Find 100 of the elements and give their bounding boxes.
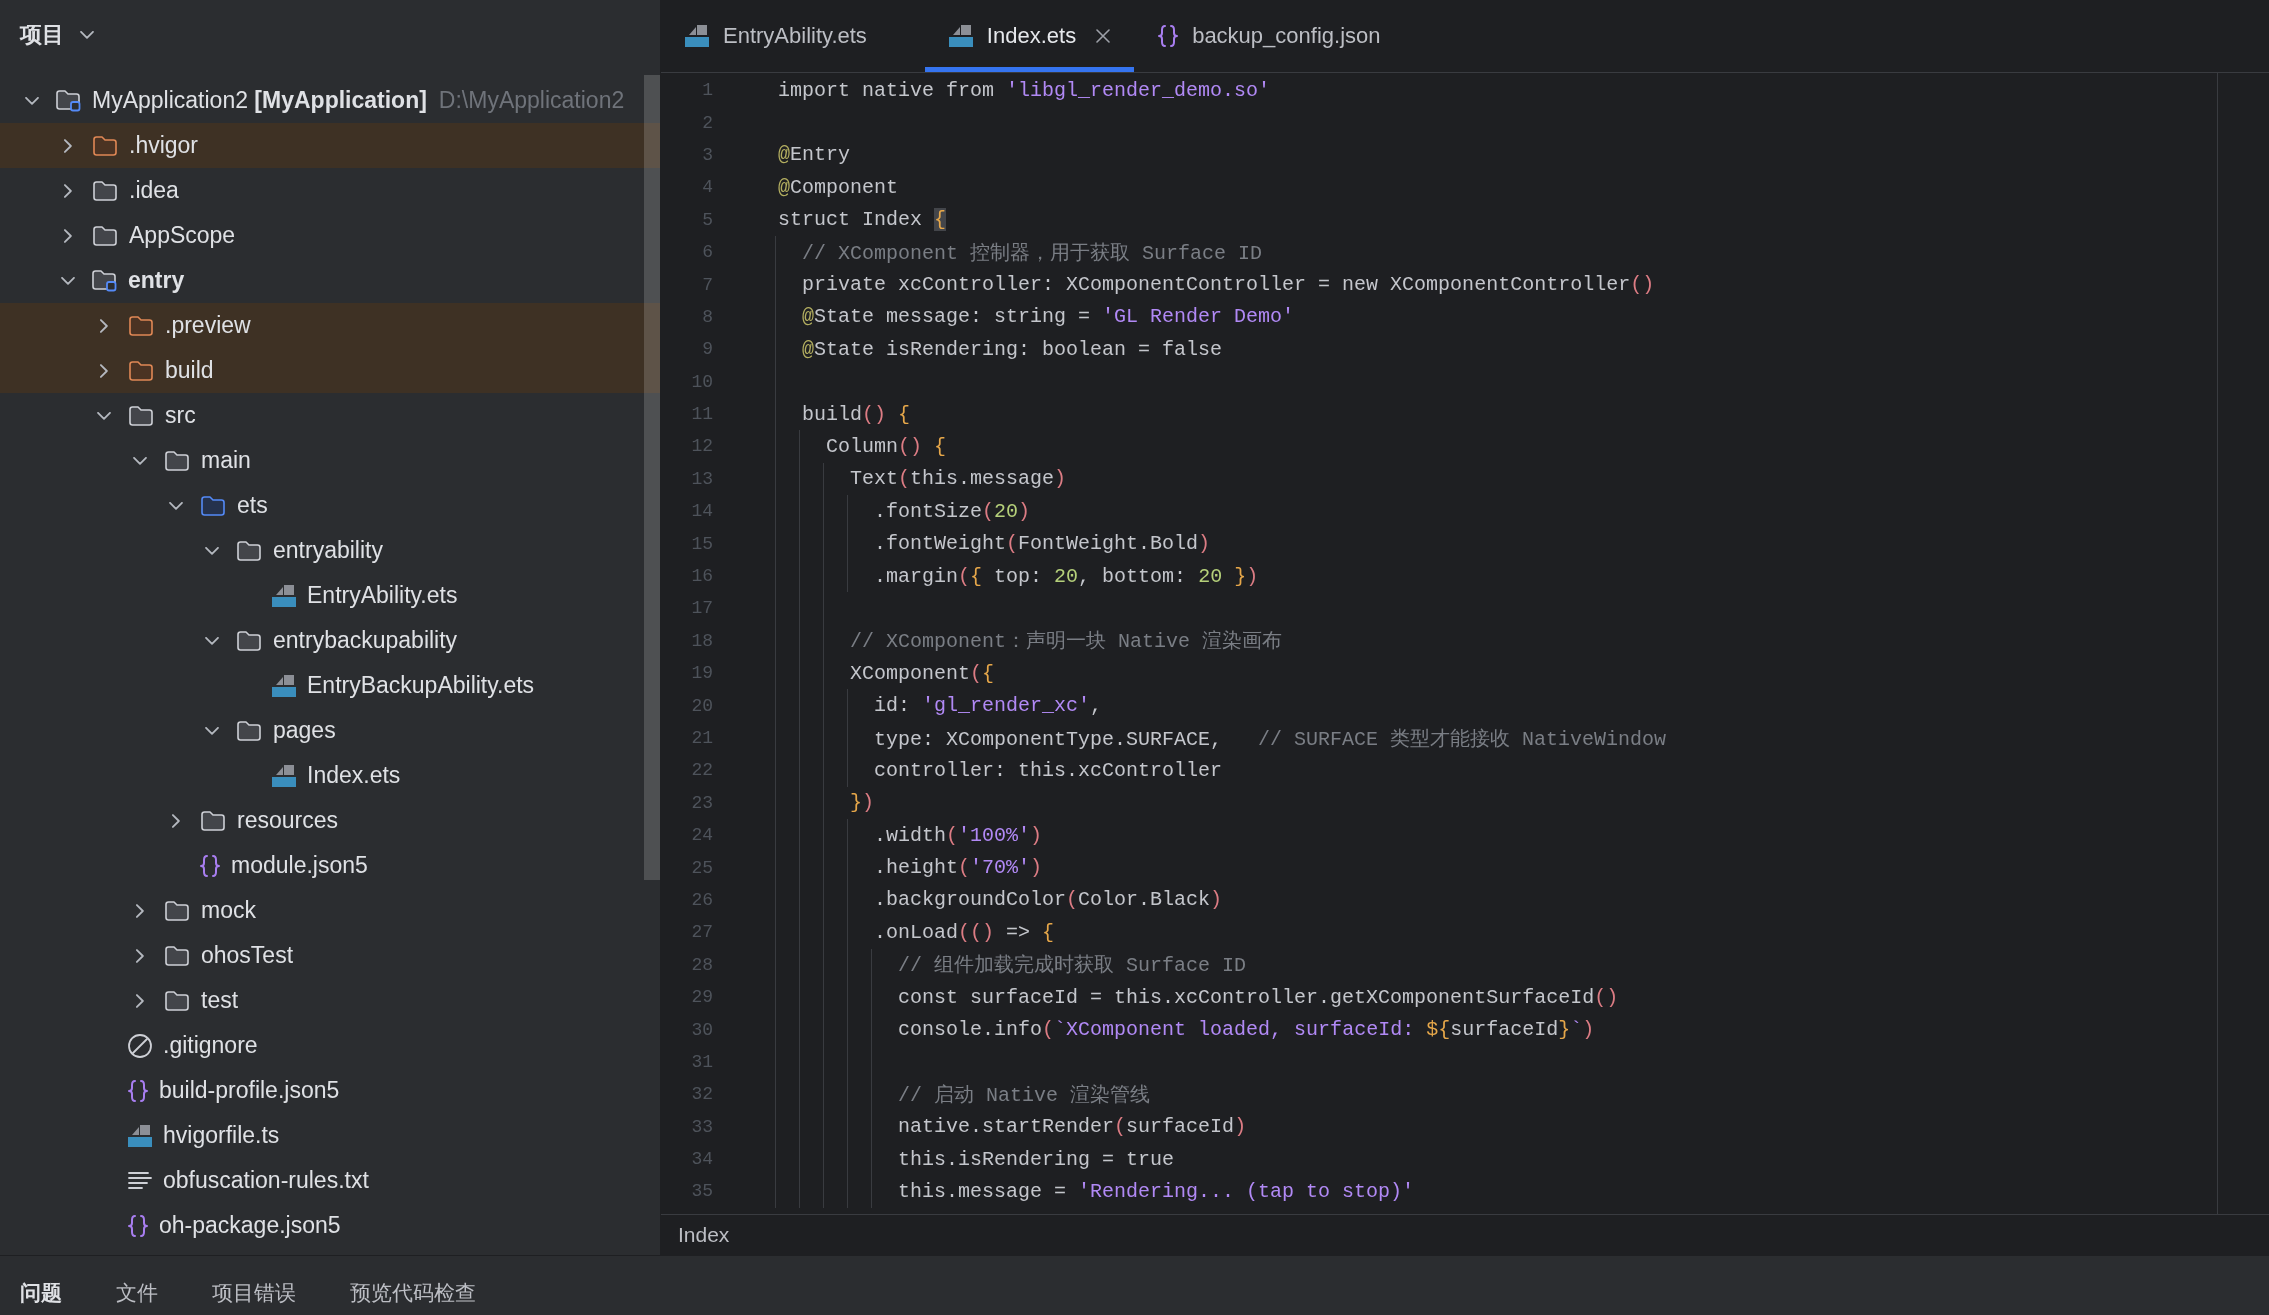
chevron-right-icon[interactable]: [136, 948, 144, 963]
code-line: build() {: [802, 402, 911, 426]
tree-item[interactable]: entry: [0, 258, 660, 303]
editor-tab[interactable]: EntryAbility.ets: [661, 0, 925, 72]
line-number: 27: [691, 922, 713, 943]
line-number: 30: [691, 1019, 713, 1040]
line-number: 2: [702, 112, 713, 133]
code-line: .width('100%'): [874, 823, 1043, 847]
tree-item[interactable]: ets: [0, 483, 660, 528]
tree-item[interactable]: .preview: [0, 303, 660, 348]
tree-item[interactable]: MyApplication2 [MyApplication] D:\MyApplication2: [0, 78, 660, 123]
chevron-down-icon[interactable]: [205, 546, 219, 555]
breadcrumb-item[interactable]: Index: [678, 1223, 730, 1247]
code-line: @State isRendering: boolean = false: [802, 337, 1223, 361]
folder-icon: [128, 314, 154, 337]
code-line: .fontWeight(FontWeight.Bold): [874, 532, 1211, 556]
chevron-right-icon[interactable]: [100, 363, 108, 378]
line-number: 20: [691, 695, 713, 716]
scrollbar[interactable]: [644, 75, 660, 880]
tree-item[interactable]: test: [0, 978, 660, 1023]
code-line: // 组件加载完成时获取 Surface ID: [898, 953, 1247, 979]
code-line: this.message = 'Rendering... (tap to stop)': [898, 1179, 1415, 1203]
editor-tab[interactable]: Index.ets: [924, 0, 1135, 72]
tree-item[interactable]: .idea: [0, 168, 660, 213]
tree-item[interactable]: pages: [0, 708, 660, 753]
chevron-down-icon[interactable]: [205, 636, 219, 645]
code-line: .fontSize(20): [874, 499, 1031, 523]
tree-item[interactable]: Index.ets: [0, 753, 660, 798]
chevron-right-icon[interactable]: [64, 138, 72, 153]
folder-icon: [128, 359, 154, 382]
tree-item[interactable]: obfuscation-rules.txt: [0, 1158, 660, 1203]
line-number: 7: [702, 274, 713, 295]
tree-item[interactable]: module.json5: [0, 843, 660, 888]
line-number: 11: [691, 404, 713, 425]
line-number: 26: [691, 889, 713, 910]
code-line: Column() {: [826, 435, 947, 458]
chevron-down-icon[interactable]: [25, 96, 39, 105]
code-line: import native from 'libgl_render_demo.so': [778, 78, 1271, 102]
line-number: 18: [691, 630, 713, 651]
line-number: 13: [691, 468, 713, 489]
chevron-down-icon[interactable]: [169, 501, 183, 510]
chevron-down-icon[interactable]: [61, 276, 75, 285]
chevron-right-icon[interactable]: [136, 903, 144, 918]
folder-icon: [236, 629, 262, 652]
file-type-icon: [272, 764, 296, 787]
module-folder-icon: [56, 89, 81, 112]
tree-item[interactable]: src: [0, 393, 660, 438]
tree-item[interactable]: .gitignore: [0, 1023, 660, 1068]
tree-item[interactable]: ohosTest: [0, 933, 660, 978]
tree-item[interactable]: EntryAbility.ets: [0, 573, 660, 618]
code-line: @State message: string = 'GL Render Demo': [802, 305, 1295, 329]
folder-icon: [236, 719, 262, 742]
line-number: 31: [691, 1051, 713, 1072]
line-number: 16: [691, 566, 713, 587]
code-line: private xcController: XComponentController = new XComponentController(): [802, 273, 1655, 297]
code-line: controller: this.xcController: [874, 758, 1223, 782]
code-line: XComponent({: [850, 661, 995, 685]
line-number: 15: [691, 533, 713, 554]
chevron-down-icon[interactable]: [133, 456, 147, 465]
code-line: Text(this.message): [850, 467, 1067, 491]
tree-item[interactable]: build-profile.json5: [0, 1068, 660, 1113]
tree-item[interactable]: oh-package.json5: [0, 1203, 660, 1248]
tree-item[interactable]: .hvigor: [0, 123, 660, 168]
file-type-icon: [272, 584, 296, 607]
code-line: .backgroundColor(Color.Black): [874, 888, 1223, 912]
panel-tab[interactable]: 预览代码检查: [350, 1279, 476, 1307]
tree-item[interactable]: hvigorfile.ts: [0, 1113, 660, 1158]
braces-icon: [128, 1079, 148, 1102]
line-number: 32: [691, 1084, 713, 1105]
line-number: 12: [691, 436, 713, 457]
file-type-icon: [685, 25, 709, 47]
chevron-right-icon[interactable]: [100, 318, 108, 333]
braces-icon: [128, 1214, 148, 1237]
panel-tab[interactable]: 问题: [20, 1279, 62, 1307]
chevron-right-icon[interactable]: [64, 183, 72, 198]
tree-item[interactable]: build: [0, 348, 660, 393]
chevron-right-icon[interactable]: [172, 813, 180, 828]
chevron-right-icon[interactable]: [64, 228, 72, 243]
view-dropdown[interactable]: 项目: [20, 16, 94, 54]
tree-item[interactable]: AppScope: [0, 213, 660, 258]
tree-item[interactable]: EntryBackupAbility.ets: [0, 663, 660, 708]
panel-tab[interactable]: 项目错误: [212, 1279, 296, 1307]
tree-item[interactable]: main: [0, 438, 660, 483]
chevron-down-icon[interactable]: [205, 726, 219, 735]
line-number: 9: [702, 339, 713, 360]
editor-tab[interactable]: backup_config.json: [1134, 0, 1439, 72]
panel-tab[interactable]: 文件: [116, 1279, 158, 1307]
code-line: id: 'gl_render_xc',: [874, 694, 1103, 718]
folder-icon: [92, 179, 118, 202]
chevron-down-icon: [80, 31, 94, 39]
chevron-down-icon[interactable]: [97, 411, 111, 420]
tree-item[interactable]: resources: [0, 798, 660, 843]
code-line: this.isRendering = true: [898, 1147, 1175, 1171]
close-icon[interactable]: [1096, 29, 1111, 43]
code-line: .onLoad(() => {: [874, 920, 1055, 944]
tree-item[interactable]: entryability: [0, 528, 660, 573]
tree-item[interactable]: mock: [0, 888, 660, 933]
tree-item[interactable]: entrybackupability: [0, 618, 660, 663]
chevron-right-icon[interactable]: [136, 993, 144, 1008]
line-number: 10: [691, 371, 713, 392]
